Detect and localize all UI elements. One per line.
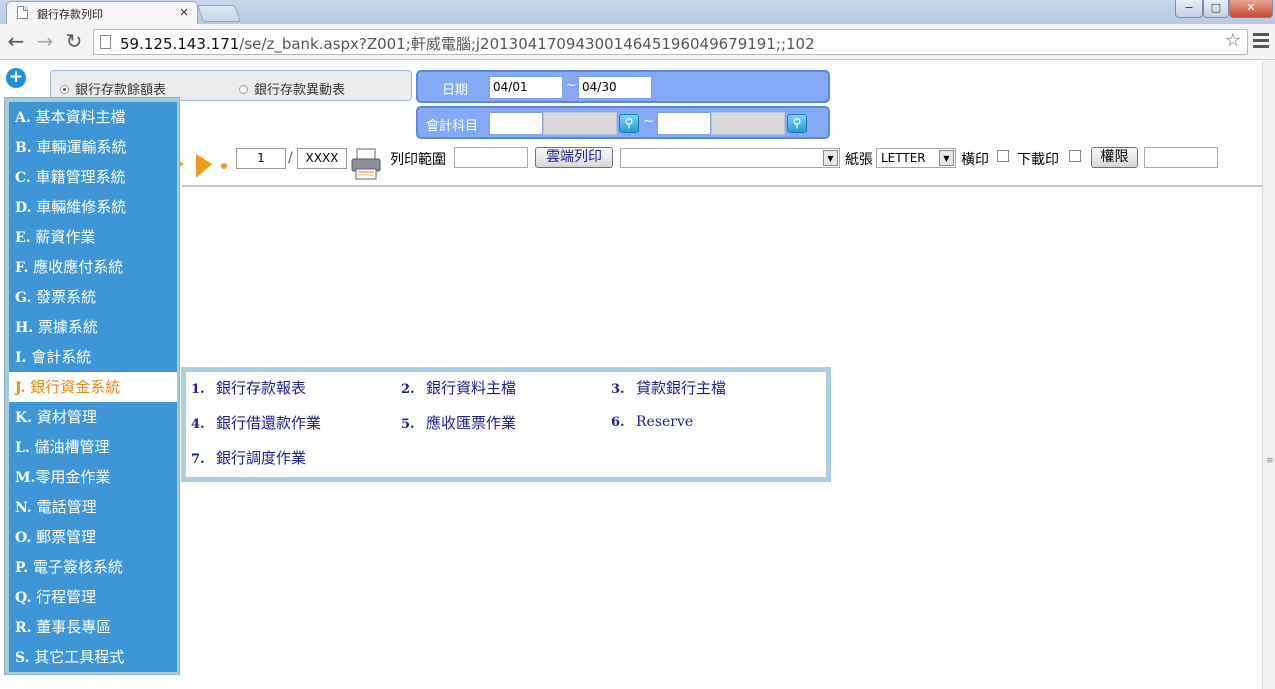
- report-balance-radio[interactable]: 銀行存款餘額表: [60, 79, 166, 98]
- scrollbar-grip[interactable]: ≡: [1266, 456, 1274, 466]
- submenu-item[interactable]: 1. 銀行存款報表: [191, 377, 306, 398]
- menu-item-receivables-payables[interactable]: F. 應收應付系統: [9, 252, 177, 282]
- paper-select[interactable]: LETTER ▼: [876, 148, 956, 168]
- printer-icon[interactable]: [350, 147, 382, 181]
- account-range-tilde: ~: [643, 114, 654, 129]
- account-from-search-icon[interactable]: ⚲: [619, 114, 639, 133]
- current-page-input[interactable]: 1: [236, 148, 286, 169]
- browser-tab[interactable]: 銀行存款列印 ×: [6, 1, 198, 24]
- reload-icon[interactable]: ↻: [62, 30, 86, 54]
- menu-item-stamps[interactable]: O. 郵票管理: [9, 522, 177, 552]
- browser-titlebar: 銀行存款列印 × − □ ✕: [0, 0, 1275, 24]
- account-to-input[interactable]: [657, 112, 711, 135]
- menu-item-accounting[interactable]: I. 會計系統: [9, 342, 177, 372]
- menu-item-e-sign[interactable]: P. 電子簽核系統: [9, 552, 177, 582]
- browser-toolbar: ← → ↻ 59.125.143.171/se/z_bank.aspx?Z001…: [0, 24, 1275, 60]
- submenu-item[interactable]: 7. 銀行調度作業: [191, 447, 306, 468]
- submenu-item[interactable]: 3. 貸款銀行主檔: [611, 377, 726, 398]
- print-range-label: 列印範圍: [390, 152, 446, 168]
- menu-item-chairman[interactable]: R. 董事長專區: [9, 612, 177, 642]
- next-page-arrow-icon[interactable]: [178, 152, 230, 180]
- browser-menu-icon[interactable]: [1253, 33, 1269, 49]
- account-to-name: [711, 112, 785, 135]
- menu-item-basic-data[interactable]: A. 基本資料主檔: [9, 102, 177, 132]
- close-window-button[interactable]: ✕: [1229, 0, 1273, 18]
- menu-item-materials[interactable]: K. 資材管理: [9, 402, 177, 432]
- radio-unselected-icon[interactable]: [239, 85, 248, 94]
- submenu-item[interactable]: 2. 銀行資料主檔: [401, 377, 516, 398]
- menu-item-bank-funds[interactable]: J. 銀行資金系統: [9, 372, 177, 402]
- radio-selected-icon[interactable]: [60, 85, 69, 94]
- menu-item-vehicle-transport[interactable]: B. 車輛運輸系統: [9, 132, 177, 162]
- tab-title: 銀行存款列印: [37, 8, 103, 21]
- cloud-print-button[interactable]: 雲端列印: [535, 147, 613, 168]
- submenu-item[interactable]: 6. Reserve: [611, 412, 693, 430]
- date-filter: 日期 04/01 ~ 04/30: [416, 70, 830, 103]
- account-filter: 會計科目 ⚲ ~ ⚲: [416, 106, 830, 139]
- menu-item-payroll[interactable]: E. 薪資作業: [9, 222, 177, 252]
- vertical-scrollbar[interactable]: ≡: [1262, 61, 1275, 689]
- menu-item-petty-cash[interactable]: M.零用金作業: [9, 462, 177, 492]
- forward-arrow-icon[interactable]: →: [33, 30, 57, 54]
- menu-item-vehicle-repair[interactable]: D. 車輛維修系統: [9, 192, 177, 222]
- url-text: 59.125.143.171/se/z_bank.aspx?Z001;軒威電腦;…: [120, 35, 815, 53]
- new-tab-button[interactable]: [196, 5, 242, 22]
- menu-item-invoice[interactable]: G. 發票系統: [9, 282, 177, 312]
- minimize-button[interactable]: −: [1175, 0, 1203, 18]
- back-arrow-icon[interactable]: ←: [4, 30, 28, 54]
- account-from-input[interactable]: [489, 112, 543, 135]
- landscape-checkbox[interactable]: [997, 150, 1009, 162]
- download-checkbox[interactable]: [1069, 150, 1081, 162]
- chevron-down-icon[interactable]: ▼: [823, 150, 838, 166]
- permission-button[interactable]: 權限: [1091, 147, 1138, 168]
- date-label: 日期: [442, 83, 469, 98]
- chevron-down-icon[interactable]: ▼: [939, 150, 954, 166]
- divider: [182, 185, 1262, 187]
- submenu-item[interactable]: 4. 銀行借還款作業: [191, 412, 321, 433]
- total-pages-field: XXXX: [297, 148, 347, 169]
- report-changes-radio[interactable]: 銀行存款異動表: [239, 79, 345, 98]
- page-icon: [100, 35, 111, 49]
- download-label: 下載印: [1017, 152, 1059, 168]
- menu-item-other-tools[interactable]: S. 其它工具程式: [9, 642, 177, 672]
- date-to-input[interactable]: 04/30: [578, 76, 652, 99]
- page-icon: [17, 6, 28, 19]
- bank-submenu-panel: 1. 銀行存款報表 2. 銀行資料主檔 3. 貸款銀行主檔 4. 銀行借還款作業 5. 應…: [181, 367, 831, 482]
- menu-item-schedule[interactable]: Q. 行程管理: [9, 582, 177, 612]
- extra-input[interactable]: [1144, 147, 1218, 168]
- maximize-button[interactable]: □: [1203, 0, 1229, 18]
- menu-item-phone[interactable]: N. 電話管理: [9, 492, 177, 522]
- paper-label: 紙張: [845, 152, 873, 168]
- account-label: 會計科目: [426, 119, 479, 134]
- print-range-input[interactable]: [454, 147, 528, 168]
- menu-item-oil-tank[interactable]: L. 儲油槽管理: [9, 432, 177, 462]
- menu-item-bills[interactable]: H. 票據系統: [9, 312, 177, 342]
- landscape-label: 橫印: [961, 152, 989, 168]
- submenu-item[interactable]: 5. 應收匯票作業: [401, 412, 516, 433]
- bookmark-star-icon[interactable]: ☆: [1225, 30, 1241, 51]
- account-to-search-icon[interactable]: ⚲: [787, 114, 807, 133]
- system-menu: A. 基本資料主檔 B. 車輛運輸系統 C. 車籍管理系統 D. 車輛維修系統 …: [4, 97, 180, 675]
- date-from-input[interactable]: 04/01: [489, 76, 563, 99]
- address-bar[interactable]: 59.125.143.171/se/z_bank.aspx?Z001;軒威電腦;…: [93, 29, 1248, 55]
- menu-item-vehicle-registry[interactable]: C. 車籍管理系統: [9, 162, 177, 192]
- date-range-tilde: ~: [566, 78, 577, 93]
- tab-close-icon[interactable]: ×: [179, 5, 189, 19]
- printer-select[interactable]: ▼: [620, 148, 840, 168]
- account-from-name: [543, 112, 617, 135]
- page-separator: /: [288, 150, 293, 166]
- add-icon[interactable]: +: [6, 68, 26, 88]
